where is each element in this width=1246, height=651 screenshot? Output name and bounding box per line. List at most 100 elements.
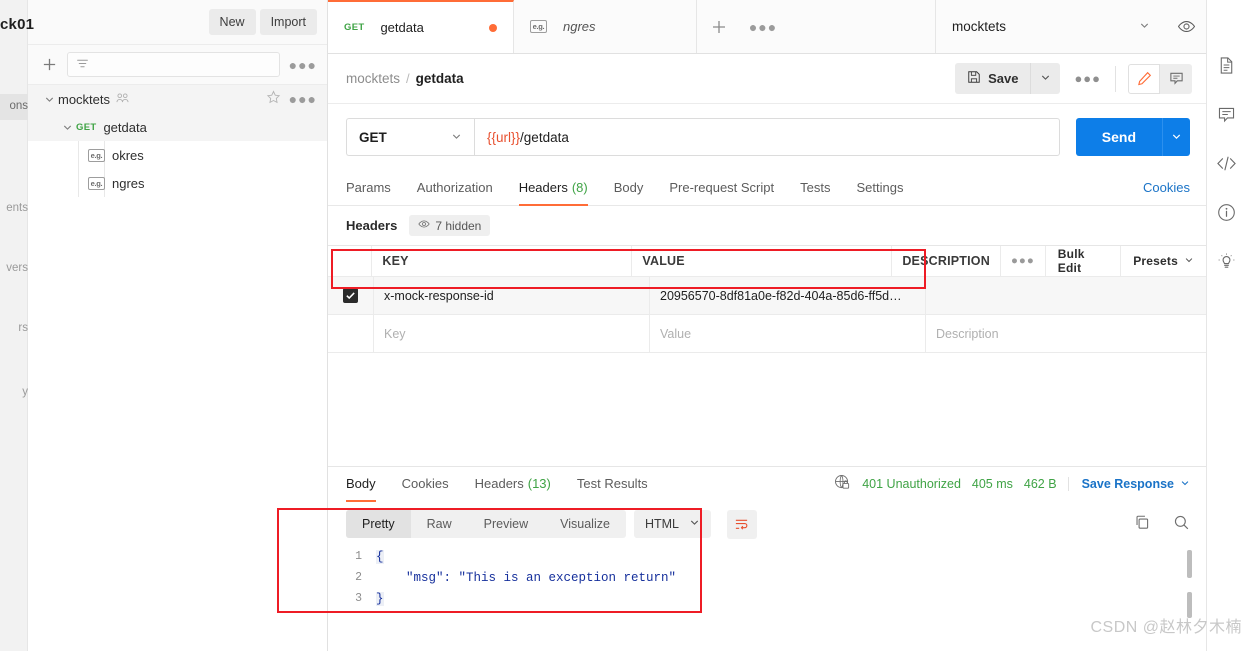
row-description[interactable] bbox=[926, 277, 1206, 314]
tree-item-example-ngres[interactable]: e.g. ngres bbox=[28, 169, 327, 197]
comment-icon[interactable] bbox=[1217, 105, 1236, 124]
headers-table-head: KEY VALUE DESCRIPTION ●●● Bulk Edit Pres… bbox=[328, 246, 1206, 277]
nav-rail-item-environments[interactable]: ents bbox=[0, 202, 28, 214]
tab-bar-more-icon[interactable]: ●●● bbox=[741, 0, 785, 53]
send-button[interactable]: Send bbox=[1075, 118, 1162, 156]
response-meta: 401 Unauthorized 405 ms 462 B Save Respo… bbox=[834, 474, 1190, 494]
column-value: VALUE bbox=[632, 246, 893, 276]
column-key: KEY bbox=[372, 246, 633, 276]
wrap-lines-button[interactable] bbox=[726, 509, 757, 539]
filter-icon bbox=[76, 57, 89, 73]
document-icon[interactable] bbox=[1217, 56, 1236, 75]
save-response-button[interactable]: Save Response bbox=[1067, 476, 1190, 491]
presets-button[interactable]: Presets bbox=[1120, 246, 1206, 276]
info-icon[interactable] bbox=[1217, 203, 1236, 222]
new-tab-icon[interactable] bbox=[697, 0, 741, 53]
nav-rail-item-mock-servers[interactable]: vers bbox=[0, 262, 28, 274]
placeholder-key[interactable]: Key bbox=[374, 315, 650, 352]
tab-settings[interactable]: Settings bbox=[856, 170, 903, 206]
tree-item-example-okres[interactable]: e.g. okres bbox=[28, 141, 327, 169]
tab-body[interactable]: Body bbox=[614, 170, 644, 206]
request-more-icon[interactable]: ●●● bbox=[1074, 71, 1101, 86]
response-tab-cookies[interactable]: Cookies bbox=[402, 466, 449, 502]
row-key[interactable]: x-mock-response-id bbox=[374, 277, 650, 314]
row-checkbox[interactable] bbox=[343, 288, 358, 303]
watermark: CSDN @赵林夕木楠 bbox=[1090, 619, 1242, 636]
search-icon[interactable] bbox=[1173, 514, 1190, 534]
response-tab-headers[interactable]: Headers (13) bbox=[475, 466, 551, 502]
code-line: 2 "msg": "This is an exception return" bbox=[328, 567, 1206, 588]
sidebar-header: ck01 New Import bbox=[0, 0, 327, 45]
chevron-down-icon[interactable] bbox=[58, 122, 76, 133]
placeholder-value[interactable]: Value bbox=[650, 315, 926, 352]
response-body[interactable]: 1 { 2 "msg": "This is an exception retur… bbox=[328, 546, 1206, 651]
bulk-edit-button[interactable]: Bulk Edit bbox=[1044, 246, 1120, 276]
example-icon: e.g. bbox=[88, 148, 105, 162]
response-format-select[interactable]: HTML bbox=[633, 510, 711, 538]
save-options-caret[interactable] bbox=[1030, 63, 1061, 94]
cookies-link[interactable]: Cookies bbox=[1143, 180, 1190, 195]
line-content: "msg": "This is an exception return" bbox=[376, 570, 677, 585]
tree-item-collection-mocktets[interactable]: mocktets ●●● bbox=[28, 85, 327, 113]
response-tab-test-results[interactable]: Test Results bbox=[577, 466, 648, 502]
breadcrumb-row: mocktets / getdata Save ●●● bbox=[328, 54, 1206, 104]
nav-rail: ons ents vers rs y bbox=[0, 0, 28, 651]
tab-tests[interactable]: Tests bbox=[800, 170, 830, 206]
example-name: okres bbox=[112, 147, 144, 163]
table-row-placeholder[interactable]: Key Value Description bbox=[328, 315, 1206, 353]
nav-rail-item-monitors[interactable]: rs bbox=[0, 322, 28, 334]
shared-users-icon bbox=[116, 92, 129, 107]
breadcrumb-collection[interactable]: mocktets bbox=[346, 71, 400, 86]
sidebar-more-icon[interactable]: ●●● bbox=[289, 58, 317, 72]
response-scrollbar[interactable] bbox=[1187, 550, 1192, 618]
url-path: /getdata bbox=[520, 129, 569, 145]
import-button[interactable]: Import bbox=[259, 9, 317, 35]
favorite-star-icon[interactable] bbox=[266, 90, 281, 108]
tab-getdata[interactable]: GET getdata bbox=[328, 0, 514, 53]
tree-item-request-getdata[interactable]: GET getdata bbox=[28, 113, 327, 141]
row-value[interactable]: 20956570-8df81a0e-f82d-404a-85d6-ff5d… bbox=[650, 277, 926, 314]
placeholder-description[interactable]: Description bbox=[926, 315, 1206, 352]
save-button[interactable]: Save bbox=[955, 63, 1031, 94]
tab-headers[interactable]: Headers (8) bbox=[518, 170, 588, 206]
headers-column-more-icon[interactable]: ●●● bbox=[999, 246, 1045, 276]
url-input[interactable]: {{url}}/getdata bbox=[474, 118, 1060, 156]
view-visualize[interactable]: Visualize bbox=[544, 510, 626, 538]
new-button[interactable]: New bbox=[208, 9, 256, 35]
table-row[interactable]: x-mock-response-id 20956570-8df81a0e-f82… bbox=[328, 277, 1206, 315]
http-method-select[interactable]: GET bbox=[346, 118, 474, 156]
save-label: Save bbox=[988, 71, 1019, 86]
view-preview[interactable]: Preview bbox=[468, 510, 544, 538]
collection-more-icon[interactable]: ●●● bbox=[289, 92, 317, 106]
code-icon[interactable] bbox=[1216, 154, 1237, 173]
view-raw[interactable]: Raw bbox=[411, 510, 468, 538]
right-rail bbox=[1206, 0, 1246, 651]
view-pretty[interactable]: Pretty bbox=[346, 510, 411, 538]
chevron-down-icon[interactable] bbox=[40, 94, 58, 105]
hidden-headers-toggle[interactable]: 7 hidden bbox=[409, 215, 491, 236]
headers-subheader: Headers 7 hidden bbox=[328, 206, 1206, 245]
tab-authorization[interactable]: Authorization bbox=[417, 170, 493, 206]
environment-selector[interactable]: mocktets bbox=[936, 0, 1166, 53]
lightbulb-icon[interactable] bbox=[1217, 252, 1236, 271]
send-options-caret[interactable] bbox=[1162, 118, 1190, 156]
nav-rail-item-collections[interactable]: ons bbox=[0, 100, 28, 112]
response-format-value: HTML bbox=[644, 517, 679, 531]
request-name: getdata bbox=[103, 119, 147, 135]
tab-pre-request-script[interactable]: Pre-request Script bbox=[669, 170, 774, 206]
response-tab-body[interactable]: Body bbox=[346, 466, 376, 502]
add-icon[interactable] bbox=[40, 56, 58, 74]
headers-table: KEY VALUE DESCRIPTION ●●● Bulk Edit Pres… bbox=[328, 245, 1206, 353]
environment-quicklook-icon[interactable] bbox=[1166, 0, 1206, 53]
collection-name: mocktets bbox=[58, 91, 111, 107]
search-field[interactable] bbox=[95, 57, 271, 72]
edit-pencil-button[interactable] bbox=[1128, 63, 1160, 94]
tab-ngres[interactable]: e.g. ngres bbox=[514, 0, 697, 53]
comment-button[interactable] bbox=[1160, 63, 1192, 94]
copy-icon[interactable] bbox=[1134, 514, 1151, 534]
nav-rail-item-history[interactable]: y bbox=[0, 386, 28, 398]
tab-params[interactable]: Params bbox=[346, 170, 391, 206]
main-panel: GET getdata e.g. ngres ●●● mocktets mock… bbox=[328, 0, 1206, 651]
placeholder-checkbox-cell bbox=[328, 315, 374, 352]
search-input[interactable] bbox=[67, 52, 280, 77]
